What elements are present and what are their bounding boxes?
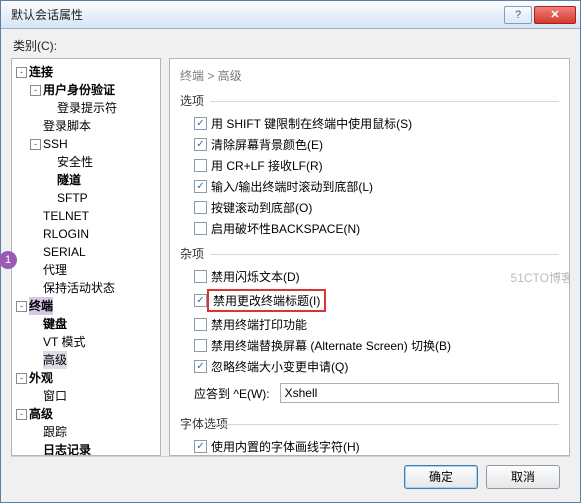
lbl-title: 禁用更改终端标题(I) bbox=[207, 289, 326, 312]
answerback-label: 应答到 ^E(W): bbox=[194, 385, 270, 402]
chk-print[interactable] bbox=[194, 318, 207, 331]
tree-keyboard[interactable]: 键盘 bbox=[43, 315, 67, 333]
tree-serial[interactable]: SERIAL bbox=[43, 243, 86, 261]
category-tree[interactable]: -连接 -用户身份验证 登录提示符 登录脚本 -SSH 安全性 隧道 SFTP bbox=[11, 58, 161, 456]
tree-proxy[interactable]: 代理 bbox=[43, 261, 67, 279]
tree-security[interactable]: 安全性 bbox=[57, 153, 93, 171]
dialog-title: 默认会话属性 bbox=[5, 6, 504, 23]
chk-clear-bg[interactable] bbox=[194, 138, 207, 151]
tree-terminal[interactable]: 终端 bbox=[29, 297, 53, 315]
lbl-blink: 禁用闪烁文本(D) bbox=[211, 268, 300, 285]
expand-icon[interactable]: - bbox=[16, 67, 27, 78]
answerback-input[interactable] bbox=[280, 383, 559, 403]
tree-tunnel[interactable]: 隧道 bbox=[57, 171, 81, 189]
dialog-footer: 确定 取消 bbox=[11, 456, 570, 496]
dialog-window: 默认会话属性 ? ✕ 类别(C): 1 -连接 -用户身份验证 登录提示符 登录… bbox=[0, 0, 581, 503]
chk-shift-mouse[interactable] bbox=[194, 117, 207, 130]
expand-icon[interactable]: - bbox=[30, 139, 41, 150]
lbl-crlf: 用 CR+LF 接收LF(R) bbox=[211, 157, 323, 174]
window-controls: ? ✕ bbox=[504, 6, 576, 24]
tree-sftp[interactable]: SFTP bbox=[57, 189, 88, 207]
lbl-clear-bg: 清除屏幕背景颜色(E) bbox=[211, 136, 323, 153]
close-button[interactable]: ✕ bbox=[534, 6, 576, 24]
category-label: 类别(C): bbox=[13, 37, 570, 54]
cancel-button[interactable]: 取消 bbox=[486, 465, 560, 489]
expand-icon[interactable]: - bbox=[16, 373, 27, 384]
tree-login-script[interactable]: 登录脚本 bbox=[43, 117, 91, 135]
main-area: 1 -连接 -用户身份验证 登录提示符 登录脚本 -SSH 安全性 bbox=[11, 58, 570, 456]
section-font: 字体选项 bbox=[180, 415, 559, 432]
tree-vt[interactable]: VT 模式 bbox=[43, 333, 85, 351]
tree-login-prompt[interactable]: 登录提示符 bbox=[57, 99, 117, 117]
lbl-shift-mouse: 用 SHIFT 键限制在终端中使用鼠标(S) bbox=[211, 115, 412, 132]
titlebar: 默认会话属性 ? ✕ bbox=[1, 1, 580, 29]
chk-font-line[interactable] bbox=[194, 440, 207, 453]
chk-blink[interactable] bbox=[194, 270, 207, 283]
lbl-scroll-key: 按键滚动到底部(O) bbox=[211, 199, 312, 216]
lbl-altscreen: 禁用终端替换屏幕 (Alternate Screen) 切换(B) bbox=[211, 337, 451, 354]
tree-appearance[interactable]: 外观 bbox=[29, 369, 53, 387]
expand-icon[interactable]: - bbox=[30, 85, 41, 96]
chk-scroll-key[interactable] bbox=[194, 201, 207, 214]
section-options: 选项 bbox=[180, 92, 559, 109]
tree-advanced[interactable]: 高级 bbox=[43, 351, 67, 369]
help-button[interactable]: ? bbox=[504, 6, 532, 24]
tree-connection[interactable]: 连接 bbox=[29, 63, 53, 81]
chk-crlf[interactable] bbox=[194, 159, 207, 172]
expand-icon[interactable]: - bbox=[16, 409, 27, 420]
tree-logging[interactable]: 日志记录 bbox=[43, 441, 91, 456]
lbl-print: 禁用终端打印功能 bbox=[211, 316, 307, 333]
tree-adv2[interactable]: 高级 bbox=[29, 405, 53, 423]
chk-backspace[interactable] bbox=[194, 222, 207, 235]
lbl-resize: 忽略终端大小变更申请(Q) bbox=[211, 358, 348, 375]
tree-telnet[interactable]: TELNET bbox=[43, 207, 89, 225]
tree-auth[interactable]: 用户身份验证 bbox=[43, 81, 115, 99]
tree-window[interactable]: 窗口 bbox=[43, 387, 67, 405]
chk-resize[interactable] bbox=[194, 360, 207, 373]
tree-rlogin[interactable]: RLOGIN bbox=[43, 225, 89, 243]
chk-scroll-out[interactable] bbox=[194, 180, 207, 193]
section-misc: 杂项 bbox=[180, 245, 559, 262]
expand-icon[interactable]: - bbox=[16, 301, 27, 312]
breadcrumb: 终端 > 高级 bbox=[180, 67, 559, 84]
lbl-scroll-out: 输入/输出终端时滚动到底部(L) bbox=[211, 178, 373, 195]
tree-trace[interactable]: 跟踪 bbox=[43, 423, 67, 441]
lbl-backspace: 启用破坏性BACKSPACE(N) bbox=[211, 220, 360, 237]
settings-panel: 51CTO博客 终端 > 高级 选项 用 SHIFT 键限制在终端中使用鼠标(S… bbox=[169, 58, 570, 456]
ok-button[interactable]: 确定 bbox=[404, 465, 478, 489]
dialog-body: 类别(C): 1 -连接 -用户身份验证 登录提示符 登录脚本 -SSH 安全性 bbox=[1, 29, 580, 502]
chk-altscreen[interactable] bbox=[194, 339, 207, 352]
tree-keepalive[interactable]: 保持活动状态 bbox=[43, 279, 115, 297]
chk-title[interactable] bbox=[194, 294, 207, 307]
lbl-font-line: 使用内置的字体画线字符(H) bbox=[211, 438, 360, 455]
tree-ssh[interactable]: SSH bbox=[43, 135, 68, 153]
